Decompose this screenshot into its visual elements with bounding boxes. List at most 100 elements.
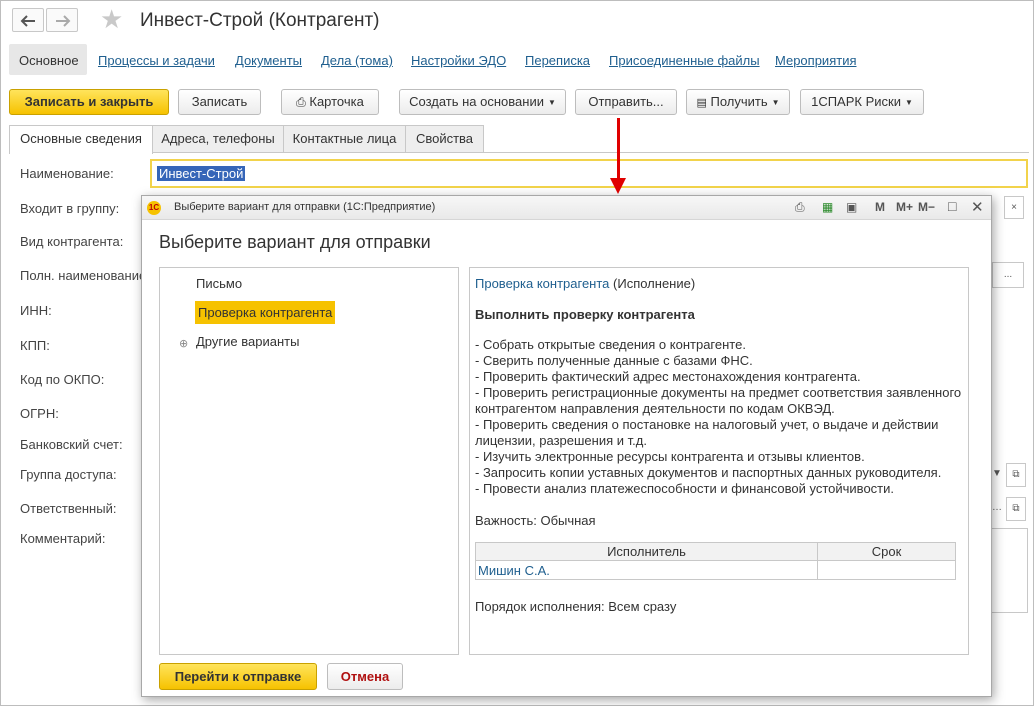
dialog-window-title: Выберите вариант для отправки (1С:Предпр… (174, 201, 436, 213)
arrow-right-icon (56, 15, 71, 27)
memory-minus-button[interactable]: M− (918, 200, 935, 214)
nav-link-cases[interactable]: Дела (тома) (321, 53, 393, 68)
responsible-label: Ответственный: (20, 501, 117, 516)
nav-link-attached-files[interactable]: Присоединенные файлы (609, 53, 760, 68)
dialog-titlebar: 1С Выберите вариант для отправки (1С:Пре… (142, 196, 991, 220)
access-group-dropdown-icon[interactable]: ▼ (992, 463, 1002, 487)
task-line: - Проверить сведения о постановке на нал… (475, 417, 939, 432)
task-line: контрагентом направления деятельности по… (475, 401, 835, 416)
memory-m-button[interactable]: M (875, 200, 885, 214)
nav-link-documents[interactable]: Документы (235, 53, 302, 68)
variant-tree: Письмо Проверка контрагента ⊕ Другие вар… (159, 267, 459, 655)
receive-label: Получить (710, 94, 768, 109)
name-field[interactable]: Инвест-Строй (150, 159, 1028, 188)
tab-properties[interactable]: Свойства (405, 125, 484, 153)
executor-cell[interactable]: Мишин С.А. (475, 560, 818, 580)
save-close-button[interactable]: Записать и закрыть (9, 89, 169, 115)
table-row[interactable]: Мишин С.А. (475, 560, 956, 580)
process-link[interactable]: Проверка контрагента (475, 276, 609, 291)
okpo-label: Код по ОКПО: (20, 372, 105, 387)
nav-link-correspondence[interactable]: Переписка (525, 53, 590, 68)
full-name-select-button[interactable]: ... (992, 262, 1024, 288)
card-label: Карточка (309, 94, 364, 109)
task-line: - Собрать открытые сведения о контрагент… (475, 337, 746, 352)
print-icon[interactable]: ⎙ (795, 200, 805, 215)
executors-table: Исполнитель Срок Мишин С.А. (475, 542, 956, 580)
caret-down-icon: ▼ (904, 98, 913, 107)
save-button[interactable]: Записать (178, 89, 261, 115)
comment-field[interactable] (992, 528, 1028, 613)
printer-icon: ⎙ (296, 95, 306, 109)
task-line: - Изучить электронные ресурсы контрагент… (475, 449, 865, 464)
nav-link-processes[interactable]: Процессы и задачи (98, 53, 215, 68)
create-based-label: Создать на основании (409, 94, 544, 109)
variant-details: Проверка контрагента (Исполнение) Выполн… (469, 267, 969, 655)
back-button[interactable] (12, 8, 44, 32)
receive-button[interactable]: ▤ Получить ▼ (686, 89, 790, 115)
nav-item-main[interactable]: Основное (19, 53, 79, 68)
task-line: - Запросить копии уставных документов и … (475, 465, 942, 480)
window-title: Инвест-Строй (Контрагент) (140, 10, 380, 31)
execution-order-text: Порядок исполнения: Всем сразу (475, 599, 677, 614)
tree-item-other[interactable]: Другие варианты (196, 334, 299, 349)
full-name-label: Полн. наименование (20, 268, 147, 283)
responsible-select-icon[interactable]: … (992, 497, 1002, 521)
nav-link-events[interactable]: Мероприятия (775, 53, 857, 68)
name-label: Наименование: (20, 166, 114, 181)
expand-plus-icon[interactable]: ⊕ (179, 337, 188, 350)
annotation-arrow (617, 118, 620, 180)
bank-account-label: Банковский счет: (20, 437, 123, 452)
save-label: Записать (191, 94, 248, 109)
comment-label: Комментарий: (20, 531, 106, 546)
process-status: (Исполнение) (609, 276, 696, 291)
group-label: Входит в группу: (20, 201, 120, 216)
send-button[interactable]: Отправить... (575, 89, 677, 115)
send-variant-dialog: 1С Выберите вариант для отправки (1С:Пре… (141, 195, 992, 697)
spark-label: 1СПАРК Риски (811, 94, 901, 109)
tab-addresses[interactable]: Адреса, телефоны (152, 125, 284, 153)
task-heading: Выполнить проверку контрагента (475, 307, 695, 322)
go-to-send-button[interactable]: Перейти к отправке (159, 663, 317, 690)
column-header-executor: Исполнитель (475, 542, 818, 561)
caret-down-icon: ▼ (771, 98, 780, 107)
access-group-open-button[interactable]: ⧉ (1006, 463, 1026, 487)
spreadsheet-icon[interactable]: ▦ (822, 200, 833, 214)
column-header-deadline: Срок (817, 542, 956, 561)
spark-button[interactable]: 1СПАРК Риски ▼ (800, 89, 924, 115)
tab-contacts[interactable]: Контактные лица (283, 125, 406, 153)
favorite-star-icon[interactable]: ★ (100, 6, 123, 32)
kpp-label: КПП: (20, 338, 50, 353)
nav-link-edo-settings[interactable]: Настройки ЭДО (411, 53, 506, 68)
cancel-button[interactable]: Отмена (327, 663, 403, 690)
close-icon[interactable]: ✕ (971, 198, 984, 216)
tab-main-info[interactable]: Основные сведения (9, 125, 153, 154)
card-button[interactable]: ⎙ Карточка (281, 89, 379, 115)
importance-text: Важность: Обычная (475, 513, 596, 528)
tree-item-letter[interactable]: Письмо (196, 276, 242, 291)
calendar-icon[interactable]: ▣ (846, 200, 857, 214)
caret-down-icon: ▼ (547, 98, 556, 107)
name-value: Инвест-Строй (157, 166, 246, 181)
clear-group-button[interactable]: × (1004, 196, 1024, 219)
send-label: Отправить... (588, 94, 664, 109)
onec-logo-icon: 1С (147, 201, 161, 215)
deadline-cell[interactable] (817, 560, 956, 580)
annotation-arrowhead (610, 178, 626, 194)
tree-item-check-counterparty[interactable]: Проверка контрагента (195, 301, 336, 324)
maximize-icon[interactable]: □ (948, 198, 956, 214)
forward-button[interactable] (46, 8, 78, 32)
tab-divider (9, 152, 1029, 153)
responsible-open-button[interactable]: ⧉ (1006, 497, 1026, 521)
memory-plus-button[interactable]: M+ (896, 200, 913, 214)
document-icon: ▤ (696, 97, 707, 109)
task-line: - Проверить фактический адрес местонахож… (475, 369, 861, 384)
counterparty-type-label: Вид контрагента: (20, 234, 124, 249)
task-line: лицензии, разрешения и т.д. (475, 433, 647, 448)
access-group-label: Группа доступа: (20, 467, 117, 482)
task-line: - Проверить регистрационные документы на… (475, 385, 962, 400)
create-based-button[interactable]: Создать на основании ▼ (399, 89, 566, 115)
inn-label: ИНН: (20, 303, 52, 318)
arrow-left-icon (20, 15, 35, 27)
dialog-heading: Выберите вариант для отправки (159, 232, 431, 252)
task-line: - Сверить полученные данные с базами ФНС… (475, 353, 753, 368)
